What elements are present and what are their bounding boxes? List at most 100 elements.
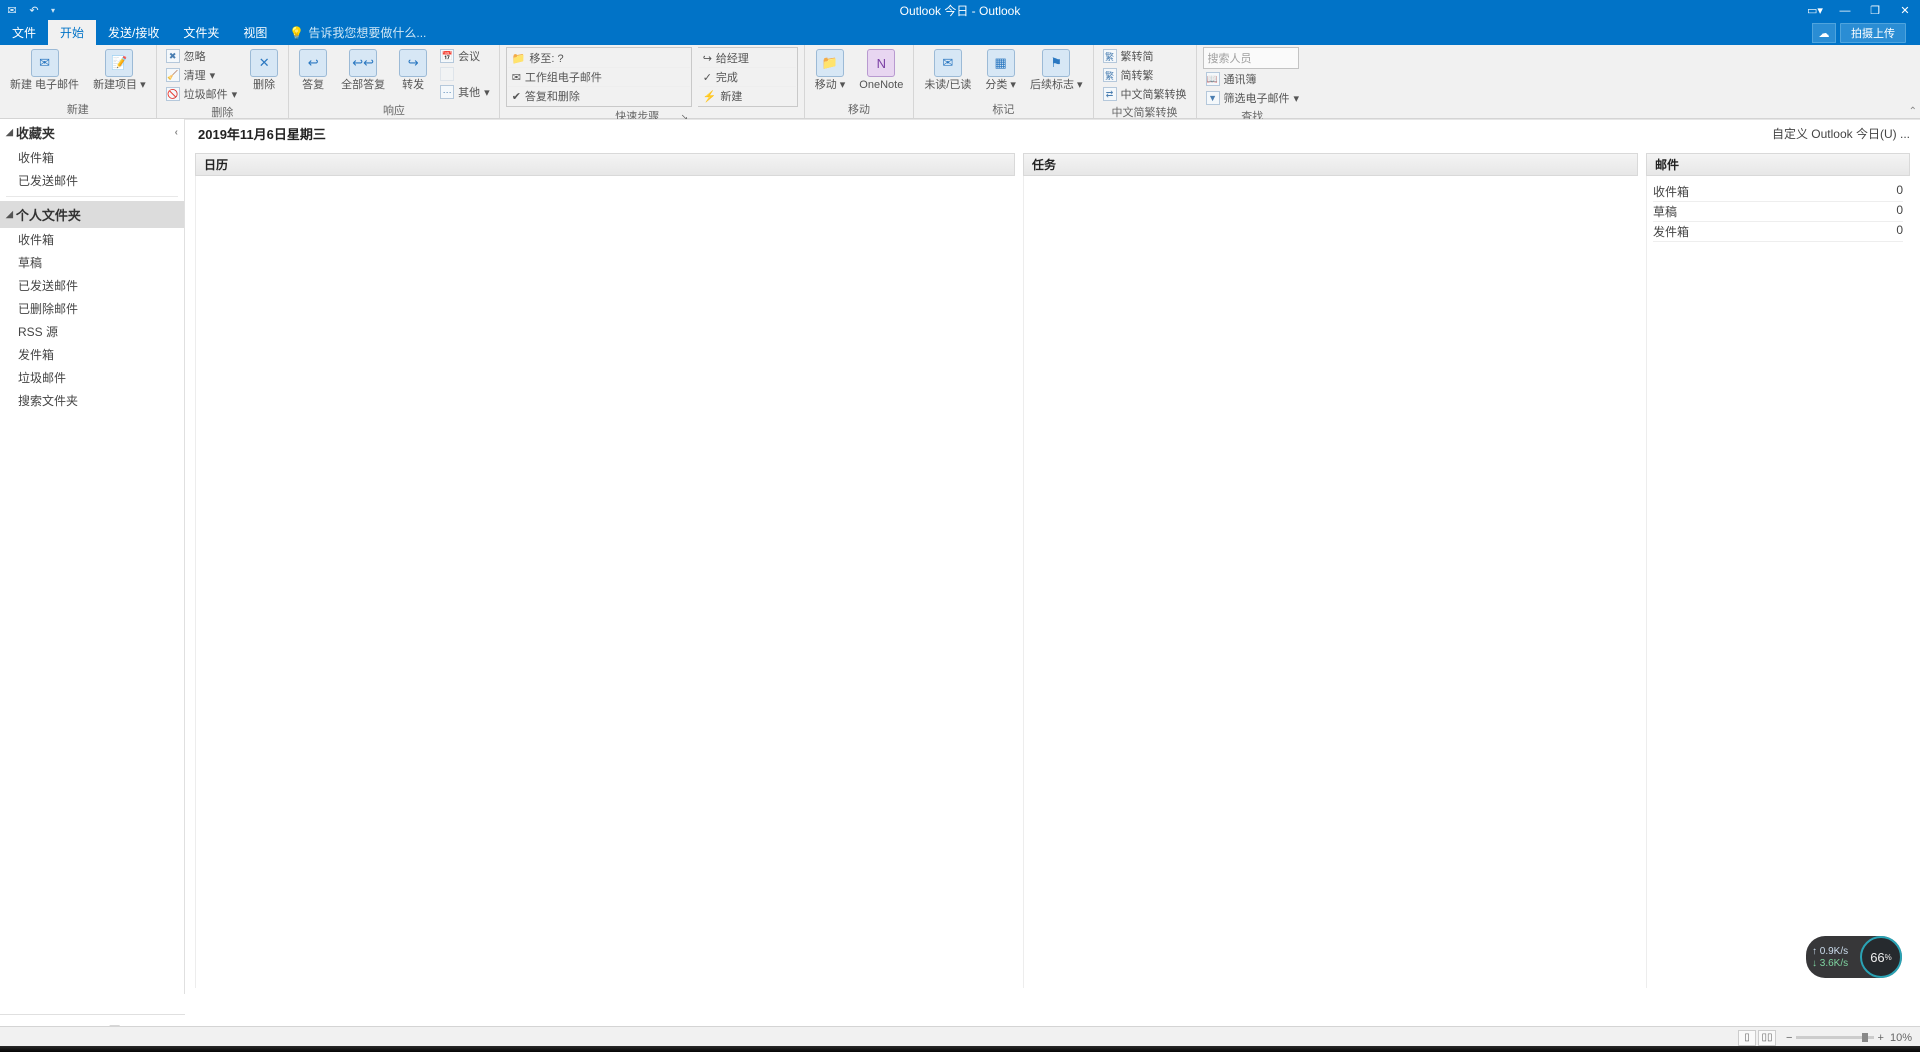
ribbon-group-move: 📁移动 ▾ NOneNote 移动 bbox=[805, 45, 915, 118]
mail-row-outbox[interactable]: 发件箱0 bbox=[1653, 222, 1903, 242]
qs-teammail[interactable]: ✉ 工作组电子邮件 bbox=[508, 68, 690, 87]
ribbon-group-chinese: 繁繁转简 繁简转繁 ⇄中文简繁转换 中文简繁转换 bbox=[1094, 45, 1197, 118]
switch-upload-button[interactable]: 拍摄上传 bbox=[1840, 23, 1906, 43]
sidebar-item-sent2[interactable]: 已发送邮件 bbox=[0, 274, 184, 297]
ribbon-tabs: 文件 开始 发送/接收 文件夹 视图 💡告诉我您想要做什么... ☁ 拍摄上传 bbox=[0, 21, 1920, 45]
sidebar-item-outbox[interactable]: 发件箱 bbox=[0, 343, 184, 366]
sidebar-item-junk[interactable]: 垃圾邮件 bbox=[0, 366, 184, 389]
tasks-panel: 任务 bbox=[1023, 153, 1638, 988]
clean-button[interactable]: 🧹清理 ▾ bbox=[163, 66, 241, 84]
delete-button[interactable]: ✕删除 bbox=[246, 47, 282, 93]
status-bar: ▯ ▯▯ − + 10% bbox=[0, 1026, 1920, 1048]
tasks-panel-header: 任务 bbox=[1023, 153, 1638, 176]
sidebar-item-sent[interactable]: 已发送邮件 bbox=[0, 169, 184, 192]
im-placeholder bbox=[437, 66, 493, 82]
tab-home[interactable]: 开始 bbox=[48, 20, 96, 45]
cloud-icon[interactable]: ☁ bbox=[1812, 23, 1836, 43]
more-respond-button[interactable]: ⋯其他 ▾ bbox=[437, 83, 493, 101]
mail-panel-header: 邮件 bbox=[1646, 153, 1910, 176]
tab-folder[interactable]: 文件夹 bbox=[171, 20, 231, 45]
unread-button[interactable]: ✉未读/已读 bbox=[920, 47, 975, 93]
favorites-header[interactable]: ◢收藏夹‹ bbox=[0, 119, 184, 146]
ignore-button[interactable]: ✖忽略 bbox=[163, 47, 241, 65]
categorize-button[interactable]: ▦分类 ▾ bbox=[981, 47, 1020, 93]
quick-steps-list-2[interactable]: ↪ 给经理 ✓ 完成 ⚡ 新建 bbox=[698, 47, 798, 107]
sidebar-item-rss[interactable]: RSS 源 bbox=[0, 320, 184, 343]
address-book-button[interactable]: 📖通讯簿 bbox=[1203, 70, 1303, 88]
qs-replydel[interactable]: ✔ 答复和删除 bbox=[508, 87, 690, 105]
tab-sendreceive[interactable]: 发送/接收 bbox=[96, 20, 171, 45]
sidebar-item-search[interactable]: 搜索文件夹 bbox=[0, 389, 184, 412]
sidebar-item-inbox2[interactable]: 收件箱 bbox=[0, 228, 184, 251]
ribbon-group-tags: ✉未读/已读 ▦分类 ▾ ⚑后续标志 ▾ 标记 bbox=[914, 45, 1093, 118]
close-button[interactable]: ✕ bbox=[1890, 0, 1920, 21]
ribbon-group-delete: ✖忽略 🧹清理 ▾ 🚫垃圾邮件 ▾ ✕删除 删除 bbox=[157, 45, 290, 118]
maximize-button[interactable]: ❐ bbox=[1860, 0, 1890, 21]
zoom-slider[interactable]: − + bbox=[1780, 1032, 1890, 1044]
tell-me-box[interactable]: 💡告诉我您想要做什么... bbox=[279, 20, 436, 45]
collapse-ribbon-icon[interactable]: ⌃ bbox=[1909, 106, 1917, 117]
tab-view[interactable]: 视图 bbox=[231, 20, 279, 45]
forward-button[interactable]: ↪转发 bbox=[395, 47, 431, 93]
trad-to-simp-button[interactable]: 繁繁转简 bbox=[1100, 47, 1190, 65]
tell-me-label: 告诉我您想要做什么... bbox=[308, 24, 426, 41]
junk-button[interactable]: 🚫垃圾邮件 ▾ bbox=[163, 85, 241, 103]
zoom-in-icon[interactable]: + bbox=[1878, 1032, 1884, 1044]
search-people-input[interactable]: 搜索人员 bbox=[1203, 47, 1299, 69]
ribbon-group-find: 搜索人员 📖通讯簿 ▼筛选电子邮件 ▾ 查找 bbox=[1197, 45, 1309, 118]
qs-new[interactable]: ⚡ 新建 bbox=[699, 87, 796, 105]
ribbon: ✉新建 电子邮件 📝新建项目 ▾ 新建 ✖忽略 🧹清理 ▾ 🚫垃圾邮件 ▾ ✕删… bbox=[0, 45, 1920, 119]
titlebar: ✉ ↶ ▾ Outlook 今日 - Outlook ▭▾ — ❐ ✕ bbox=[0, 0, 1920, 21]
reply-all-icon: ↩↩ bbox=[349, 49, 377, 77]
sidebar-item-inbox[interactable]: 收件箱 bbox=[0, 146, 184, 169]
sidebar-item-drafts[interactable]: 草稿 bbox=[0, 251, 184, 274]
mail-row-inbox[interactable]: 收件箱0 bbox=[1653, 182, 1903, 202]
zoom-out-icon[interactable]: − bbox=[1786, 1032, 1792, 1044]
group-label-respond: 响应 bbox=[295, 101, 493, 119]
qat-dropdown-icon[interactable]: ▾ bbox=[51, 6, 55, 15]
sidebar-item-deleted[interactable]: 已删除邮件 bbox=[0, 297, 184, 320]
filter-email-button[interactable]: ▼筛选电子邮件 ▾ bbox=[1203, 89, 1303, 107]
today-date: 2019年11月6日星期三 bbox=[198, 124, 326, 143]
window-controls: ▭▾ — ❐ ✕ bbox=[1800, 0, 1920, 21]
customize-outlook-today-link[interactable]: 自定义 Outlook 今日(U) ... bbox=[1772, 125, 1910, 142]
zoom-percent[interactable]: 10% bbox=[1890, 1032, 1920, 1044]
folder-icon: 📁 bbox=[816, 49, 844, 77]
qs-done[interactable]: ✓ 完成 bbox=[699, 68, 796, 87]
new-email-button[interactable]: ✉新建 电子邮件 bbox=[6, 47, 83, 93]
reply-button[interactable]: ↩答复 bbox=[295, 47, 331, 93]
ribbon-display-icon[interactable]: ▭▾ bbox=[1800, 0, 1830, 21]
view-reading-icon[interactable]: ▯▯ bbox=[1758, 1030, 1776, 1046]
qs-moveto[interactable]: 📁 移至: ? bbox=[508, 49, 690, 68]
taskbar bbox=[0, 1046, 1920, 1052]
simp-to-trad-button[interactable]: 繁简转繁 bbox=[1100, 66, 1190, 84]
broom-icon: 🧹 bbox=[166, 68, 180, 82]
mail-row-drafts[interactable]: 草稿0 bbox=[1653, 202, 1903, 222]
qs-manager[interactable]: ↪ 给经理 bbox=[699, 49, 796, 68]
tab-file[interactable]: 文件 bbox=[0, 20, 48, 45]
view-switcher: ▯ ▯▯ bbox=[1738, 1030, 1780, 1046]
network-widget[interactable]: ↑ 0.9K/s ↓ 3.6K/s 66% bbox=[1806, 936, 1902, 978]
collapse-sidebar-icon[interactable]: ‹ bbox=[175, 127, 178, 138]
divider bbox=[6, 196, 178, 197]
onenote-button[interactable]: NOneNote bbox=[855, 47, 907, 93]
more-icon: ⋯ bbox=[440, 85, 454, 99]
quick-steps-list[interactable]: 📁 移至: ? ✉ 工作组电子邮件 ✔ 答复和删除 bbox=[506, 47, 692, 107]
followup-button[interactable]: ⚑后续标志 ▾ bbox=[1026, 47, 1087, 93]
cn-convert-button[interactable]: ⇄中文简繁转换 bbox=[1100, 85, 1190, 103]
reply-all-button[interactable]: ↩↩全部答复 bbox=[337, 47, 389, 93]
view-normal-icon[interactable]: ▯ bbox=[1738, 1030, 1756, 1046]
calendar-panel-body bbox=[195, 176, 1015, 988]
folder-pane: ◢收藏夹‹ 收件箱 已发送邮件 ◢个人文件夹 收件箱 草稿 已发送邮件 已删除邮… bbox=[0, 119, 185, 994]
group-label-move: 移动 bbox=[811, 100, 908, 118]
envelope-icon: ✉ bbox=[934, 49, 962, 77]
minimize-button[interactable]: — bbox=[1830, 0, 1860, 21]
ribbon-group-quicksteps: 📁 移至: ? ✉ 工作组电子邮件 ✔ 答复和删除 ↪ 给经理 ✓ 完成 ⚡ 新… bbox=[500, 45, 805, 118]
new-item-button[interactable]: 📝新建项目 ▾ bbox=[89, 47, 150, 93]
calendar-panel: 日历 bbox=[195, 153, 1015, 988]
undo-icon[interactable]: ↶ bbox=[26, 3, 42, 19]
meeting-button[interactable]: 📅会议 bbox=[437, 47, 493, 65]
delete-icon: ✕ bbox=[250, 49, 278, 77]
personal-folders-header[interactable]: ◢个人文件夹 bbox=[0, 201, 184, 228]
move-button[interactable]: 📁移动 ▾ bbox=[811, 47, 850, 93]
